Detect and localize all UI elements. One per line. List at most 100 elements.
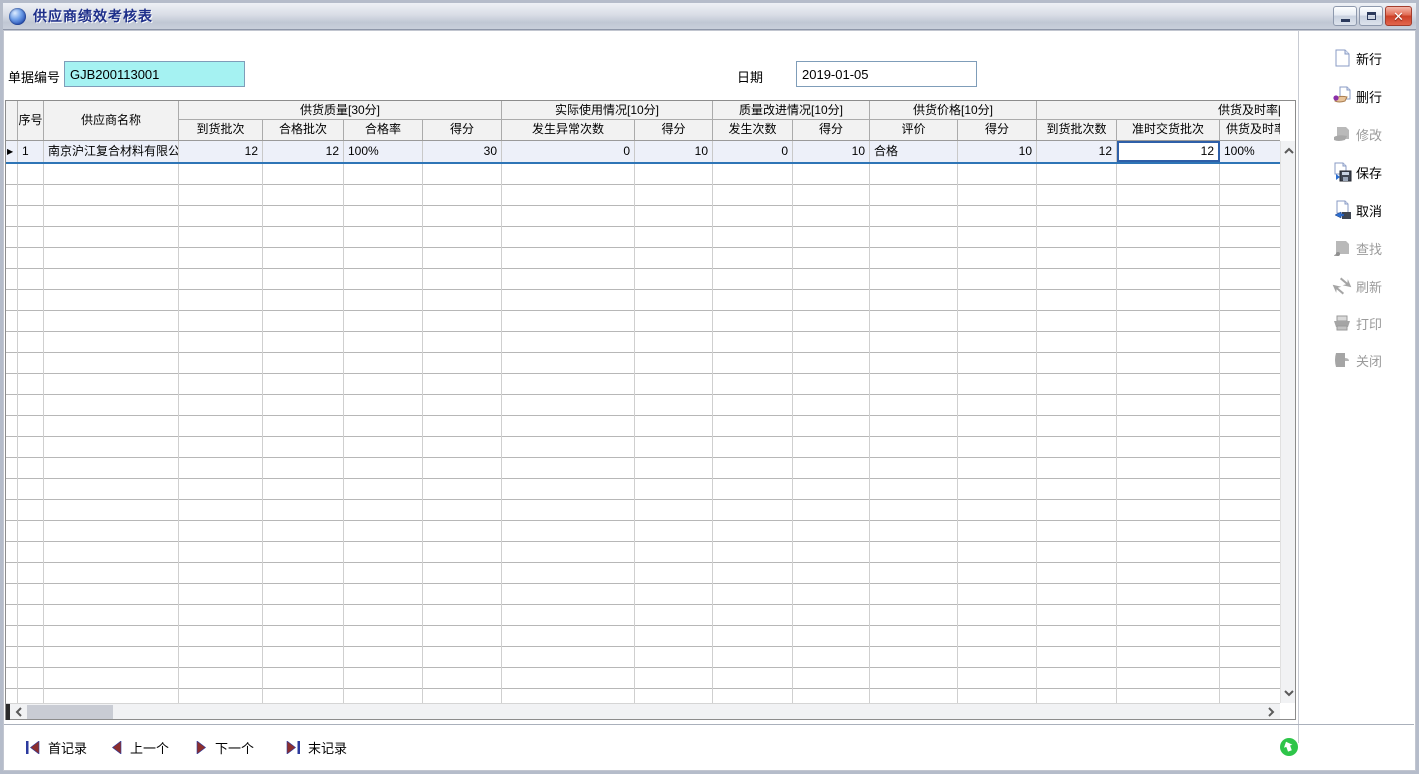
cell-qualified-rate[interactable]: 100% [344, 141, 423, 162]
modify-label: 修改 [1356, 125, 1382, 144]
close-button[interactable]: ✕ [1385, 6, 1412, 26]
grid-vline [869, 164, 870, 703]
date-input[interactable] [796, 61, 977, 87]
col-header-improve-score[interactable]: 得分 [793, 120, 870, 140]
cell-ontime-delivery-batches-selected[interactable]: 12 [1117, 141, 1220, 162]
doc-no-input[interactable] [64, 61, 245, 87]
grid-vline [422, 164, 423, 703]
col-header-price-score[interactable]: 得分 [958, 120, 1037, 140]
delete-row-button[interactable]: 删行 [1332, 84, 1414, 108]
close-icon: ✕ [1393, 10, 1404, 23]
cancel-label: 取消 [1356, 201, 1382, 220]
first-record-button[interactable]: 首记录 [25, 736, 87, 758]
grid-vline [178, 164, 179, 703]
col-header-arrival-batches[interactable]: 到货批次 [179, 120, 263, 140]
col-header-arrival-batch-count[interactable]: 到货批次数 [1037, 120, 1117, 140]
group-usage: 实际使用情况[10分] 发生异常次数 得分 [502, 101, 713, 140]
save-button[interactable]: 保存 [1332, 160, 1414, 184]
find-button[interactable]: 查找 [1332, 236, 1414, 260]
cancel-button[interactable]: 取消 [1332, 198, 1414, 222]
col-header-usage-score[interactable]: 得分 [635, 120, 713, 140]
print-button[interactable]: 打印 [1332, 311, 1414, 335]
minimize-icon [1341, 19, 1350, 22]
cell-price-score[interactable]: 10 [958, 141, 1037, 162]
horizontal-scrollbar[interactable] [6, 703, 1280, 719]
print-label: 打印 [1356, 314, 1382, 333]
globe-icon [9, 8, 26, 25]
current-row-marker-icon: ▶ [6, 141, 17, 162]
app-window: 供应商绩效考核表 ✕ 单据编号 日期 序号 供应商名称 供货质量[30分] 到货… [0, 0, 1419, 774]
minimize-button[interactable] [1333, 6, 1357, 26]
close-app-button[interactable]: 关闭 [1332, 348, 1414, 372]
maximize-icon [1367, 12, 1376, 20]
cell-supplier[interactable]: 南京沪江复合材料有限公司 [44, 141, 179, 162]
save-label: 保存 [1356, 163, 1382, 182]
vertical-scrollbar[interactable] [1280, 141, 1295, 703]
grid-vline [957, 164, 958, 703]
next-record-icon [195, 741, 208, 754]
col-header-supplier[interactable]: 供应商名称 [44, 101, 179, 141]
close-app-label: 关闭 [1356, 351, 1382, 370]
grid-vline [343, 164, 344, 703]
cell-seq[interactable]: 1 [18, 141, 44, 162]
refresh-button[interactable]: 刷新 [1332, 274, 1414, 298]
group-quality: 供货质量[30分] 到货批次 合格批次 合格率 得分 [179, 101, 502, 140]
group-header-ontime: 供货及时率[20分] [1037, 101, 1280, 120]
close-app-icon [1332, 350, 1352, 370]
cell-occurrence-count[interactable]: 0 [713, 141, 793, 162]
prev-record-button[interactable]: 上一个 [110, 736, 169, 758]
col-header-qualified-batches[interactable]: 合格批次 [263, 120, 344, 140]
save-disk-icon [1332, 162, 1352, 182]
col-header-abnormal-count[interactable]: 发生异常次数 [502, 120, 635, 140]
find-icon [1332, 238, 1352, 258]
grid-vline [792, 164, 793, 703]
scroll-right-arrow-icon[interactable] [1262, 704, 1279, 720]
last-record-button[interactable]: 末记录 [285, 736, 347, 758]
first-record-icon [25, 741, 41, 754]
cancel-undo-icon [1332, 200, 1352, 220]
scroll-down-arrow-icon[interactable] [1281, 685, 1296, 701]
green-sync-status-icon[interactable] [1279, 737, 1299, 762]
col-header-seq[interactable]: 序号 [18, 101, 44, 141]
cell-arrival-batch-count[interactable]: 12 [1037, 141, 1117, 162]
row-indicator-cell: ▶ [6, 141, 18, 162]
next-record-button[interactable]: 下一个 [195, 736, 254, 758]
document-new-icon [1332, 48, 1352, 68]
grid-vline [43, 164, 44, 703]
cell-usage-score[interactable]: 10 [635, 141, 713, 162]
modify-button[interactable]: 修改 [1332, 122, 1414, 146]
group-price: 供货价格[10分] 评价 得分 [870, 101, 1037, 140]
group-header-quality: 供货质量[30分] [179, 101, 502, 120]
grid-vline [17, 164, 18, 703]
cell-arrival-batches[interactable]: 12 [179, 141, 263, 162]
group-ontime: 供货及时率[20分] 到货批次数 准时交货批次 供货及时率 [1037, 101, 1280, 140]
cell-evaluation[interactable]: 合格 [870, 141, 958, 162]
cell-ontime-rate[interactable]: 100% [1220, 141, 1280, 162]
window-title: 供应商绩效考核表 [33, 6, 153, 26]
prev-record-icon [110, 741, 123, 754]
cell-abnormal-count[interactable]: 0 [502, 141, 635, 162]
cell-quality-score[interactable]: 30 [423, 141, 502, 162]
row-indicator-header [6, 101, 18, 141]
find-label: 查找 [1356, 239, 1382, 258]
col-header-quality-score[interactable]: 得分 [423, 120, 502, 140]
maximize-button[interactable] [1359, 6, 1383, 26]
delete-row-label: 删行 [1356, 87, 1382, 106]
grid-vline [1116, 164, 1117, 703]
grid-header: 序号 供应商名称 供货质量[30分] 到货批次 合格批次 合格率 得分 实际使用… [6, 101, 1280, 141]
cell-improve-score[interactable]: 10 [793, 141, 870, 162]
scroll-up-arrow-icon[interactable] [1281, 143, 1296, 159]
grid-empty-area [6, 164, 1280, 703]
titlebar[interactable]: 供应商绩效考核表 ✕ [3, 3, 1416, 30]
new-row-button[interactable]: 新行 [1332, 46, 1414, 70]
col-header-ontime-rate[interactable]: 供货及时率 [1220, 120, 1280, 140]
scroll-left-arrow-icon[interactable] [10, 704, 27, 720]
col-header-ontime-delivery-batches[interactable]: 准时交货批次 [1117, 120, 1220, 140]
cell-qualified-batches[interactable]: 12 [263, 141, 344, 162]
hscroll-thumb[interactable] [27, 705, 113, 719]
grid-vline [712, 164, 713, 703]
col-header-occurrence-count[interactable]: 发生次数 [713, 120, 793, 140]
col-header-evaluation[interactable]: 评价 [870, 120, 958, 140]
grid-vline [1036, 164, 1037, 703]
col-header-qualified-rate[interactable]: 合格率 [344, 120, 423, 140]
